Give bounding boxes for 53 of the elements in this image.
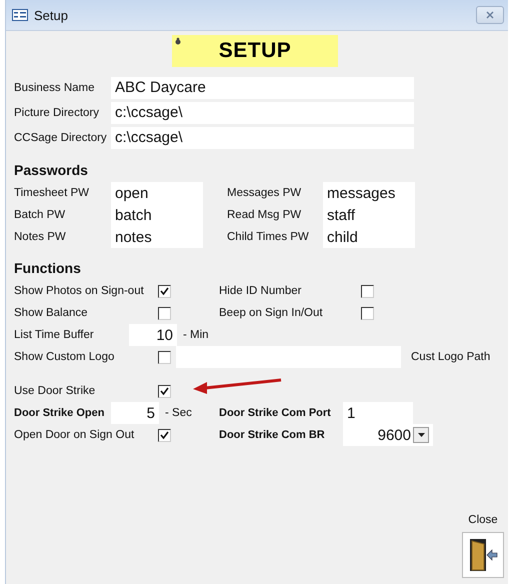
- option-label: Show Custom Logo: [14, 351, 116, 363]
- field-label: Business Name: [14, 82, 96, 94]
- password-field[interactable]: staff: [323, 204, 415, 226]
- text-field[interactable]: ABC Daycare: [111, 76, 414, 98]
- section-heading: Passwords: [14, 162, 89, 178]
- checkbox[interactable]: [361, 284, 374, 298]
- window-title: Setup: [34, 8, 69, 22]
- number-field[interactable]: 10: [129, 324, 177, 346]
- password-field[interactable]: open: [111, 182, 203, 204]
- section-heading: Functions: [14, 260, 82, 276]
- field-label: Batch PW: [14, 209, 66, 221]
- option-label: Use Door Strike: [14, 385, 96, 397]
- close-button[interactable]: [462, 532, 504, 578]
- close-label: Close: [468, 514, 498, 526]
- field-label: Door Strike Com Port: [219, 407, 332, 419]
- option-label: Beep on Sign In/Out: [219, 307, 324, 319]
- unit-label: - Sec: [165, 407, 192, 419]
- field-label: Door Strike Com BR: [219, 429, 326, 441]
- port-field[interactable]: 1: [343, 402, 413, 424]
- checkbox[interactable]: [158, 384, 171, 398]
- checkbox[interactable]: [158, 284, 171, 298]
- field-label: Child Times PW: [227, 231, 310, 243]
- close-icon[interactable]: [476, 6, 504, 24]
- field-label: Messages PW: [227, 187, 302, 199]
- option-label: Open Door on Sign Out: [14, 429, 136, 441]
- password-field[interactable]: messages: [323, 182, 415, 204]
- text-field[interactable]: c:\ccsage\: [111, 126, 414, 148]
- field-label: Timesheet PW: [14, 187, 90, 199]
- baud-rate-dropdown[interactable]: 9600: [343, 424, 433, 446]
- field-label: Notes PW: [14, 231, 67, 243]
- option-label: Show Photos on Sign-out: [14, 285, 145, 297]
- setup-banner: SETUP: [172, 35, 338, 67]
- number-field[interactable]: 5: [111, 402, 159, 424]
- password-field[interactable]: notes: [111, 226, 203, 248]
- checkbox[interactable]: [158, 350, 171, 364]
- field-label: Door Strike Open: [14, 407, 106, 419]
- field-caption: Cust Logo Path: [411, 351, 490, 363]
- option-label: Show Balance: [14, 307, 89, 319]
- field-label: CCSage Directory: [14, 132, 108, 144]
- field-label: Read Msg PW: [227, 209, 302, 221]
- checkbox[interactable]: [361, 306, 374, 320]
- checkbox[interactable]: [158, 428, 171, 442]
- password-field[interactable]: batch: [111, 204, 203, 226]
- bug-icon: [174, 37, 182, 45]
- exit-door-icon: [468, 537, 498, 573]
- unit-label: - Min: [183, 329, 209, 341]
- field-label: Picture Directory: [14, 106, 100, 118]
- password-field[interactable]: child: [323, 226, 415, 248]
- checkbox[interactable]: [158, 306, 171, 320]
- form-icon: [12, 9, 28, 21]
- field-label: List Time Buffer: [14, 329, 95, 341]
- text-field[interactable]: c:\ccsage\: [111, 102, 414, 124]
- option-label: Hide ID Number: [219, 285, 302, 297]
